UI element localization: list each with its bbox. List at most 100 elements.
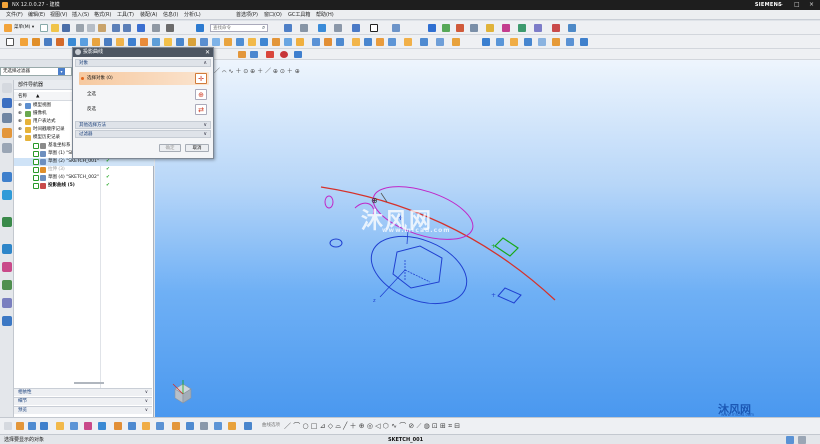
- extension-icon[interactable]: [538, 38, 546, 46]
- reuse-library-icon[interactable]: [2, 143, 12, 153]
- redo-icon[interactable]: [123, 24, 131, 32]
- resize-curve-icon[interactable]: [244, 422, 252, 430]
- dialog-settings-icon[interactable]: [75, 49, 81, 55]
- system-materials-icon[interactable]: [2, 244, 12, 254]
- hd3d-tools-icon[interactable]: [2, 172, 12, 182]
- trim-sheet-icon[interactable]: [524, 38, 532, 46]
- sketch-icon[interactable]: [6, 38, 14, 46]
- studio-surface-icon[interactable]: [566, 38, 574, 46]
- column-name-header[interactable]: 名称: [18, 92, 27, 101]
- datum-csys-icon[interactable]: [296, 38, 304, 46]
- search-icon[interactable]: ⌕: [262, 24, 270, 32]
- checkbox-icon[interactable]: [33, 159, 39, 165]
- invert-selection-button[interactable]: ⇄: [195, 104, 207, 115]
- datum-axis-icon[interactable]: [284, 38, 292, 46]
- draft-icon[interactable]: [140, 38, 148, 46]
- checkbox-icon[interactable]: [33, 143, 39, 149]
- new-file-icon[interactable]: [40, 24, 48, 32]
- sketch-feature-icon[interactable]: [238, 51, 246, 58]
- preview-section[interactable]: 预览 ∨: [14, 406, 152, 414]
- scale-curve-icon[interactable]: [228, 422, 236, 430]
- view-triad-icon[interactable]: [169, 378, 197, 406]
- fit-view-icon[interactable]: [300, 24, 308, 32]
- clipping-icon[interactable]: [518, 24, 526, 32]
- splitter-handle[interactable]: [74, 382, 104, 384]
- show-hide-icon[interactable]: [456, 24, 464, 32]
- settings-icon[interactable]: [4, 422, 12, 430]
- convert-reference-icon[interactable]: [172, 422, 180, 430]
- ruled-icon[interactable]: [482, 38, 490, 46]
- select-object-button[interactable]: ✛: [195, 73, 207, 84]
- checkbox-icon[interactable]: [33, 167, 39, 173]
- surface-analysis-icon[interactable]: [502, 24, 510, 32]
- cancel-button[interactable]: 取消: [185, 144, 209, 152]
- repeat-command-icon[interactable]: [137, 24, 145, 32]
- shaded-view-icon[interactable]: [318, 24, 326, 32]
- palette-icon[interactable]: [2, 262, 12, 272]
- datum-plane-icon[interactable]: [272, 38, 280, 46]
- expand-icon[interactable]: ⊕: [18, 102, 22, 110]
- menu-preferences[interactable]: 首选项(P): [236, 10, 258, 20]
- project-curve-icon[interactable]: [364, 38, 372, 46]
- green-rectangle[interactable]: [494, 237, 519, 257]
- hole-icon[interactable]: [44, 38, 52, 46]
- checkbox-icon[interactable]: [33, 183, 39, 189]
- save-icon[interactable]: [62, 24, 70, 32]
- scale-body-icon[interactable]: [224, 38, 232, 46]
- render-style-icon[interactable]: [352, 24, 360, 32]
- projected-hexagon[interactable]: [392, 245, 443, 289]
- window-icon[interactable]: [166, 24, 174, 32]
- mirror-icon[interactable]: [164, 38, 172, 46]
- patch-icon[interactable]: [510, 38, 518, 46]
- trim-body-icon[interactable]: [176, 38, 184, 46]
- x-form-icon[interactable]: [580, 38, 588, 46]
- sew-icon[interactable]: [496, 38, 504, 46]
- line-icon[interactable]: [324, 38, 332, 46]
- sketch-constraint-icon[interactable]: [250, 51, 258, 58]
- bridge-curve-icon[interactable]: [404, 38, 412, 46]
- curve-color-icon[interactable]: [266, 51, 274, 58]
- stop-icon[interactable]: [280, 51, 288, 58]
- shell-icon[interactable]: [104, 38, 112, 46]
- offset-curve-icon[interactable]: [388, 38, 396, 46]
- layout-icon[interactable]: [284, 24, 292, 32]
- part-navigator-icon[interactable]: [428, 24, 436, 32]
- other-methods-section[interactable]: 其他选择方法 ∨: [75, 121, 211, 129]
- dialog-close-button[interactable]: ✕: [205, 48, 210, 57]
- spline-icon[interactable]: [352, 38, 360, 46]
- boss-icon[interactable]: [56, 38, 64, 46]
- unite-icon[interactable]: [68, 38, 76, 46]
- auto-constrain-icon[interactable]: [84, 422, 92, 430]
- menu-help[interactable]: 帮助(H): [316, 10, 334, 20]
- orient-sketch-icon[interactable]: [40, 422, 48, 430]
- show-constraints-icon[interactable]: [98, 422, 106, 430]
- menu-assembly[interactable]: 装配(A): [140, 10, 157, 20]
- measure-icon[interactable]: [470, 24, 478, 32]
- object-section-header[interactable]: 对象 ∧: [75, 59, 211, 67]
- face-blend-icon[interactable]: [552, 38, 560, 46]
- sort-up-icon[interactable]: ▲: [36, 92, 39, 101]
- blue-rectangle[interactable]: [497, 287, 522, 304]
- edge-blend-icon[interactable]: [116, 38, 124, 46]
- undo-icon[interactable]: [112, 24, 120, 32]
- app-menu-label[interactable]: 菜单(M) ▾: [14, 24, 34, 30]
- dimension-icon[interactable]: [56, 422, 64, 430]
- menu-info[interactable]: 信息(I): [163, 10, 178, 20]
- command-search-input[interactable]: 查找命令: [210, 24, 268, 32]
- expression-icon[interactable]: [568, 24, 576, 32]
- expand-icon[interactable]: ⊕: [18, 118, 22, 126]
- copy-icon[interactable]: [87, 24, 95, 32]
- pattern-icon[interactable]: [152, 38, 160, 46]
- checkbox-icon[interactable]: [33, 151, 39, 157]
- select-all-button[interactable]: ⊕: [195, 89, 207, 100]
- intersect-icon[interactable]: [92, 38, 100, 46]
- filter-section[interactable]: 过滤器 ∨: [75, 130, 211, 138]
- ok-button[interactable]: 确定: [159, 144, 181, 152]
- select-all-row[interactable]: 全选 ⊕: [79, 88, 209, 101]
- alternate-solution-icon[interactable]: [128, 422, 136, 430]
- through-curves-icon[interactable]: [436, 38, 444, 46]
- expand-icon[interactable]: ⊕: [18, 110, 22, 118]
- geometric-constraint-icon[interactable]: [70, 422, 78, 430]
- studio-icon[interactable]: [534, 24, 542, 32]
- menu-edit[interactable]: 编辑(E): [28, 10, 45, 20]
